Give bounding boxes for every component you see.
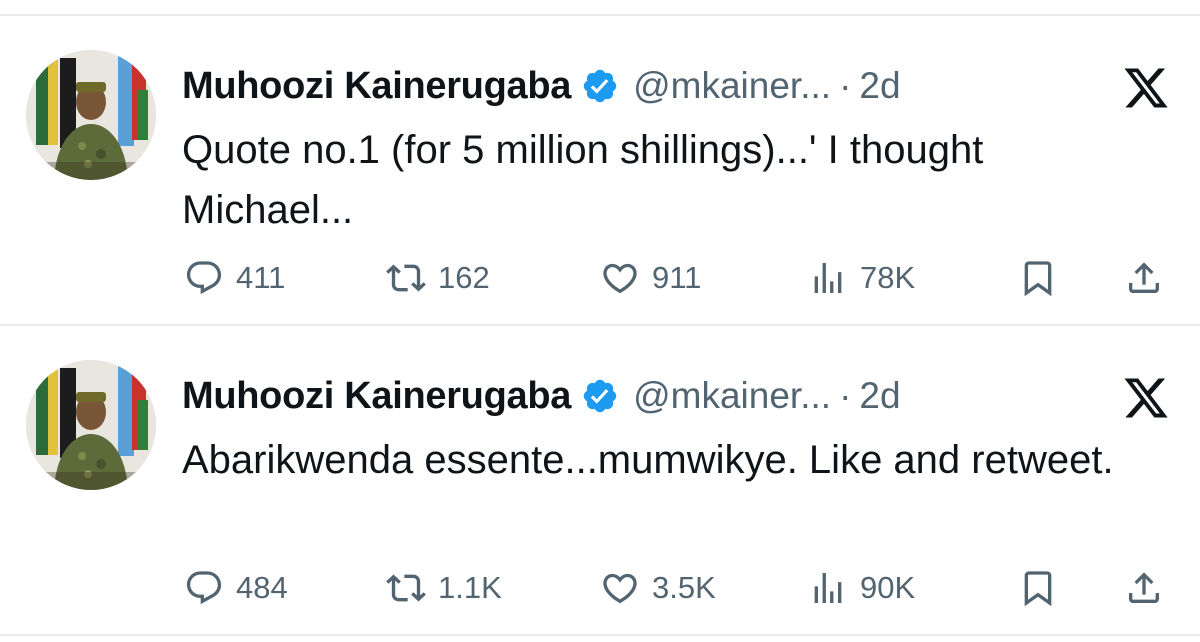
reply-icon <box>186 261 222 295</box>
divider <box>0 634 1200 636</box>
bookmark-icon <box>1024 261 1052 297</box>
tweet-text: Quote no.1 (for 5 million shillings)...'… <box>182 128 984 232</box>
reply-count: 484 <box>236 570 288 605</box>
reply-count: 411 <box>236 260 286 295</box>
views-count: 78K <box>860 260 916 295</box>
tweet-actions: 411 162 911 78K <box>0 248 1200 308</box>
tweet[interactable]: Muhoozi Kainerugaba @mkainer... · 2d Aba… <box>0 326 1200 636</box>
tweet-actions: 484 1.1K 3.5K 90K <box>0 558 1200 618</box>
separator-dot: · <box>839 65 852 106</box>
retweet-button[interactable]: 1.1K <box>386 558 502 618</box>
like-button[interactable]: 3.5K <box>600 558 716 618</box>
like-button[interactable]: 911 <box>600 248 701 308</box>
author-handle[interactable]: @mkainer... <box>633 65 831 107</box>
x-logo-icon <box>1124 378 1168 418</box>
retweet-button[interactable]: 162 <box>386 248 490 308</box>
views-icon <box>814 573 842 603</box>
share-icon <box>1129 572 1159 603</box>
author-handle[interactable]: @mkainer... <box>633 375 831 417</box>
tweet-text: Abarikwenda essente...mumwikye. Like and… <box>182 438 1114 482</box>
share-button[interactable] <box>1124 248 1164 308</box>
heart-icon <box>603 263 637 294</box>
retweet-icon <box>386 264 426 292</box>
heart-icon <box>603 573 637 604</box>
retweet-count: 162 <box>438 260 490 295</box>
tweet[interactable]: Muhoozi Kainerugaba @mkainer... · 2d Quo… <box>0 16 1200 326</box>
reply-icon <box>186 571 222 605</box>
tweet-header: Muhoozi Kainerugaba @mkainer... · 2d <box>182 56 901 116</box>
share-icon <box>1129 262 1159 293</box>
views-count: 90K <box>860 570 916 605</box>
retweet-count: 1.1K <box>438 570 502 605</box>
verified-badge-icon <box>583 379 617 413</box>
reply-button[interactable]: 411 <box>184 248 285 308</box>
views-icon <box>814 263 842 293</box>
bookmark-icon <box>1024 571 1052 607</box>
author-name[interactable]: Muhoozi Kainerugaba <box>182 65 571 108</box>
bookmark-button[interactable] <box>1018 558 1058 618</box>
timestamp[interactable]: 2d <box>859 375 900 417</box>
separator-dot: · <box>839 375 852 416</box>
avatar[interactable] <box>26 50 156 180</box>
tweet-header: Muhoozi Kainerugaba @mkainer... · 2d <box>182 366 901 426</box>
like-count: 911 <box>652 260 702 295</box>
avatar[interactable] <box>26 360 156 490</box>
like-count: 3.5K <box>652 570 716 605</box>
retweet-icon <box>386 574 426 602</box>
author-name[interactable]: Muhoozi Kainerugaba <box>182 375 571 418</box>
reply-button[interactable]: 484 <box>184 558 288 618</box>
share-button[interactable] <box>1124 558 1164 618</box>
views-button[interactable]: 90K <box>808 558 915 618</box>
tweet-feed: Muhoozi Kainerugaba @mkainer... · 2d Quo… <box>0 0 1200 642</box>
x-logo-icon <box>1124 68 1168 108</box>
verified-badge-icon <box>583 69 617 103</box>
timestamp[interactable]: 2d <box>859 65 900 107</box>
views-button[interactable]: 78K <box>808 248 915 308</box>
bookmark-button[interactable] <box>1018 248 1058 308</box>
